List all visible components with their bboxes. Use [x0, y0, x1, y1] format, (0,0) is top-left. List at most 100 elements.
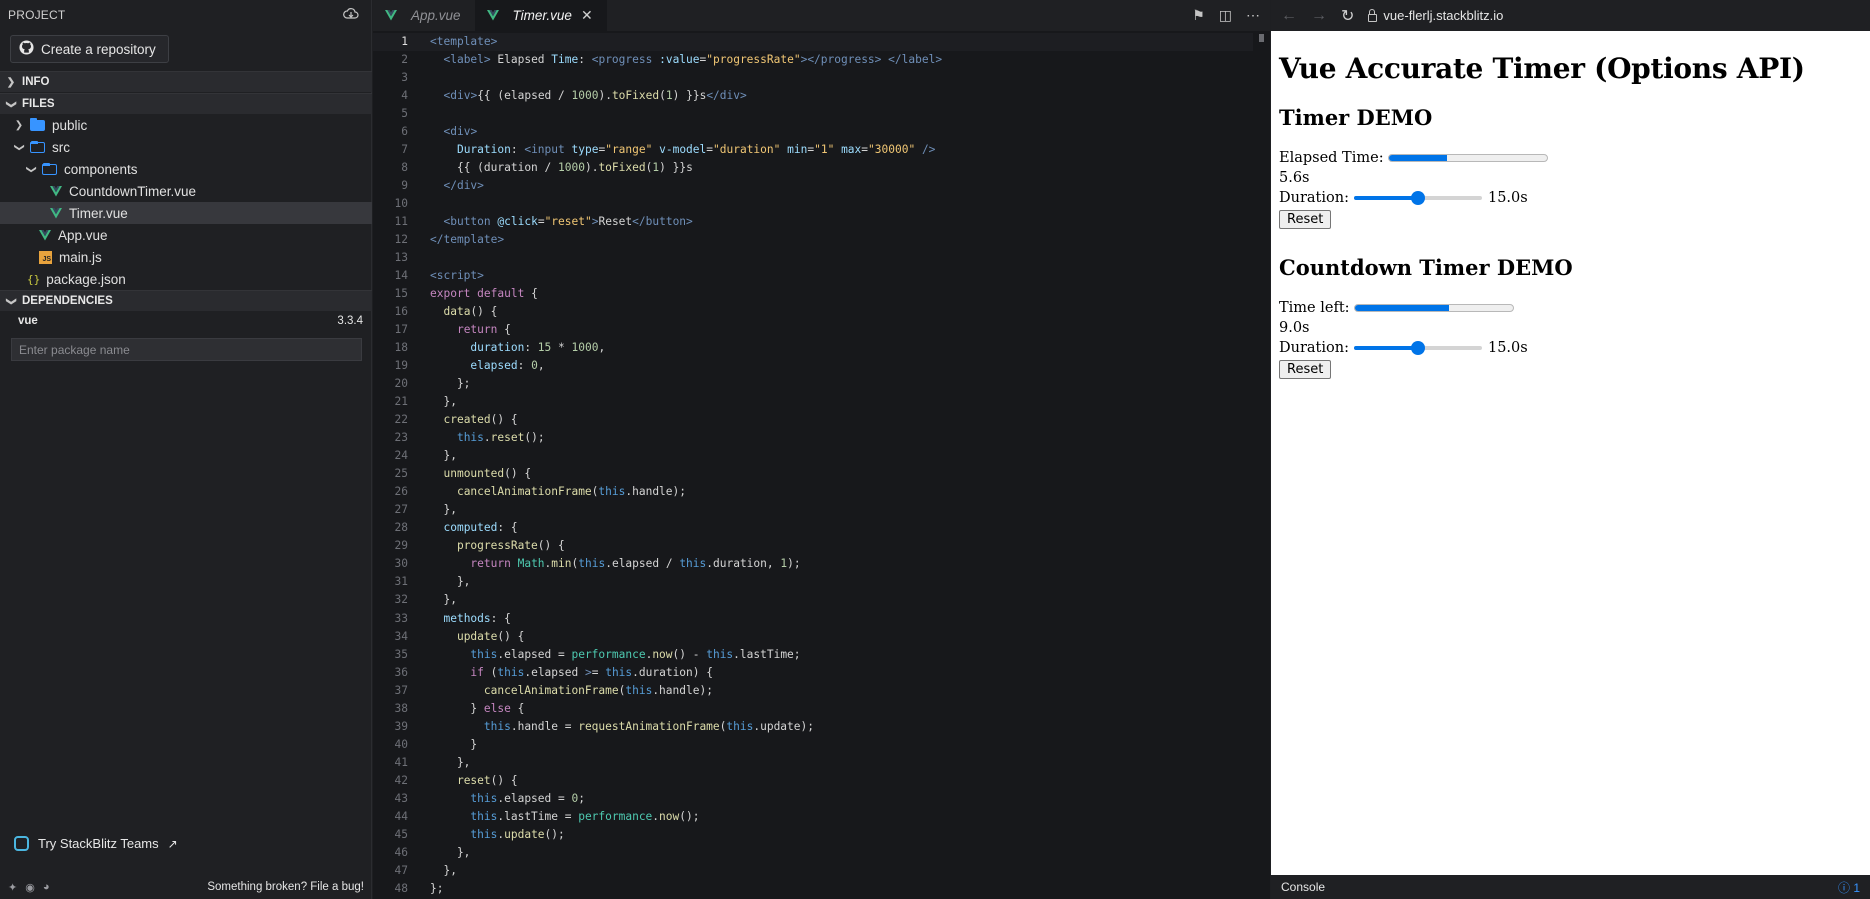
tree-item-app[interactable]: App.vue	[0, 224, 372, 246]
timer-reset-button[interactable]: Reset	[1279, 210, 1332, 229]
code-line[interactable]: 19 elapsed: 0,	[373, 357, 1253, 375]
twitter-icon[interactable]: ✦	[8, 881, 17, 894]
code-line[interactable]: 27 },	[373, 501, 1253, 519]
code-line[interactable]: 32 },	[373, 591, 1253, 609]
github-icon[interactable]: ◉	[25, 881, 35, 894]
tree-item-timer[interactable]: Timer.vue	[0, 202, 372, 224]
code-line[interactable]: 25 unmounted() {	[373, 465, 1253, 483]
console-bar[interactable]: Console ⓘ 1	[1271, 875, 1870, 899]
code-line[interactable]: 15 export default {	[373, 285, 1253, 303]
code-line[interactable]: 48};	[373, 880, 1253, 898]
tree-item-package-json[interactable]: {} package.json	[0, 268, 372, 290]
code-editor[interactable]: App.vue Timer.vue ✕ ⚑ ◫ ⋯ 1 <template> 2 <…	[373, 0, 1270, 899]
forward-icon[interactable]: →	[1311, 7, 1327, 25]
code-line[interactable]: 44 this.lastTime = performance.now();	[373, 808, 1253, 826]
code-line[interactable]: 23 this.reset();	[373, 429, 1253, 447]
code-line[interactable]: 46 },	[373, 844, 1253, 862]
code-line[interactable]: 37 cancelAnimationFrame(this.handle);	[373, 682, 1253, 700]
reload-icon[interactable]: ↻	[1341, 6, 1354, 26]
file-bug-link[interactable]: Something broken? File a bug!	[207, 881, 364, 893]
code-line[interactable]: 47 },	[373, 862, 1253, 880]
code-line[interactable]: 24 },	[373, 447, 1253, 465]
code-line[interactable]: 39 this.handle = requestAnimationFrame(t…	[373, 718, 1253, 736]
code-line[interactable]: 31 },	[373, 573, 1253, 591]
code-line[interactable]: 21 },	[373, 393, 1253, 411]
code-line[interactable]: 29 progressRate() {	[373, 537, 1253, 555]
tree-item-countdowntimer[interactable]: CountdownTimer.vue	[0, 180, 372, 202]
code-text: </template>	[430, 233, 505, 247]
code-line[interactable]: 8 {{ (duration / 1000).toFixed(1) }}s	[373, 159, 1253, 177]
code-line[interactable]: 5	[373, 105, 1253, 123]
code-line[interactable]: 34 update() {	[373, 628, 1253, 646]
code-line[interactable]: 22 created() {	[373, 411, 1253, 429]
code-line[interactable]: 35 this.elapsed = performance.now() - th…	[373, 646, 1253, 664]
create-repository-button[interactable]: Create a repository	[10, 35, 169, 63]
slider-thumb[interactable]	[1410, 341, 1425, 355]
more-icon[interactable]: ⋯	[1246, 7, 1260, 24]
tree-item-components[interactable]: ❯ components	[0, 158, 372, 180]
tab-app-vue[interactable]: App.vue	[373, 0, 475, 31]
code-text: update() {	[456, 629, 525, 643]
tree-item-src[interactable]: ❯ src	[0, 136, 372, 158]
code-line[interactable]: 17 return {	[373, 321, 1253, 339]
code-line[interactable]: 33 methods: {	[373, 610, 1253, 628]
back-icon[interactable]: ←	[1281, 7, 1297, 25]
code-text: this.reset();	[456, 431, 545, 445]
code-line[interactable]: 1 <template>	[373, 33, 1253, 52]
code-area[interactable]: 1 <template> 2 <label> Elapsed Time: <prog…	[373, 33, 1253, 898]
slider-thumb[interactable]	[1410, 191, 1425, 205]
code-text: return {	[456, 323, 511, 337]
code-line[interactable]: 41 },	[373, 754, 1253, 772]
code-line[interactable]: 30 return Math.min(this.elapsed / this.d…	[373, 555, 1253, 573]
code-line[interactable]: 6 <div>	[373, 123, 1253, 141]
code-text: },	[430, 503, 457, 517]
package-name-input[interactable]	[11, 338, 362, 361]
section-files[interactable]: ❯ FILES	[0, 93, 372, 114]
tree-item-main-js[interactable]: JS main.js	[0, 246, 372, 268]
line-number: 15	[394, 287, 408, 301]
section-dependencies[interactable]: ❯ DEPENDENCIES	[0, 290, 372, 311]
code-line[interactable]: 13	[373, 249, 1253, 267]
code-line[interactable]: 42 reset() {	[373, 772, 1253, 790]
tree-item-public[interactable]: ❯ public	[0, 114, 372, 136]
format-icon[interactable]: ⚑	[1192, 7, 1205, 24]
code-line[interactable]: 43 this.elapsed = 0;	[373, 790, 1253, 808]
duration-slider[interactable]	[1353, 190, 1482, 206]
code-text: elapsed: 0,	[470, 359, 545, 373]
code-line[interactable]: 4 <div>{{ (elapsed / 1000).toFixed(1) }}…	[373, 87, 1253, 105]
dependency-row[interactable]: vue 3.3.4	[18, 315, 363, 333]
code-line[interactable]: 12 </template>	[373, 231, 1253, 249]
code-line[interactable]: 26 cancelAnimationFrame(this.handle);	[373, 483, 1253, 501]
code-line[interactable]: 11 <button @click="reset">Reset</button>	[373, 213, 1253, 231]
code-line[interactable]: 28 computed: {	[373, 519, 1253, 537]
close-icon[interactable]: ✕	[581, 7, 593, 24]
code-line[interactable]: 45 this.update();	[373, 826, 1253, 844]
code-line[interactable]: 3	[373, 69, 1253, 87]
code-line[interactable]: 10	[373, 195, 1253, 213]
code-line[interactable]: 7 Duration: <input type="range" v-model=…	[373, 141, 1253, 159]
split-editor-icon[interactable]: ◫	[1219, 7, 1232, 24]
code-line[interactable]: 18 duration: 15 * 1000,	[373, 339, 1253, 357]
code-line[interactable]: 16 data() {	[373, 303, 1253, 321]
countdown-reset-button[interactable]: Reset	[1279, 360, 1332, 379]
code-line[interactable]: 40 }	[373, 736, 1253, 754]
code-line[interactable]: 9 </div>	[373, 177, 1253, 195]
code-text: },	[430, 593, 457, 607]
code-line[interactable]: 20 };	[373, 375, 1253, 393]
scrollbar[interactable]	[1259, 34, 1264, 42]
line-number: 2	[401, 53, 408, 67]
section-info[interactable]: ❯ INFO	[0, 71, 372, 92]
code-line[interactable]: 36 if (this.elapsed >= this.duration) {	[373, 664, 1253, 682]
url-field[interactable]: vue-flerlj.stackblitz.io	[1368, 8, 1503, 23]
try-teams-link[interactable]: Try StackBlitz Teams ↗	[14, 836, 178, 851]
line-number: 28	[394, 521, 408, 535]
code-line[interactable]: 2 <label> Elapsed Time: <progress :value…	[373, 51, 1253, 69]
code-text: progressRate() {	[456, 539, 565, 553]
discord-icon[interactable]: ◕	[43, 881, 50, 894]
code-line[interactable]: 38 } else {	[373, 700, 1253, 718]
elapsed-label: Elapsed Time:	[1279, 150, 1384, 166]
duration-slider[interactable]	[1353, 340, 1482, 356]
tab-timer-vue[interactable]: Timer.vue ✕	[474, 0, 607, 31]
code-line[interactable]: 14 <script>	[373, 267, 1253, 285]
cloud-download-icon[interactable]	[343, 7, 359, 23]
